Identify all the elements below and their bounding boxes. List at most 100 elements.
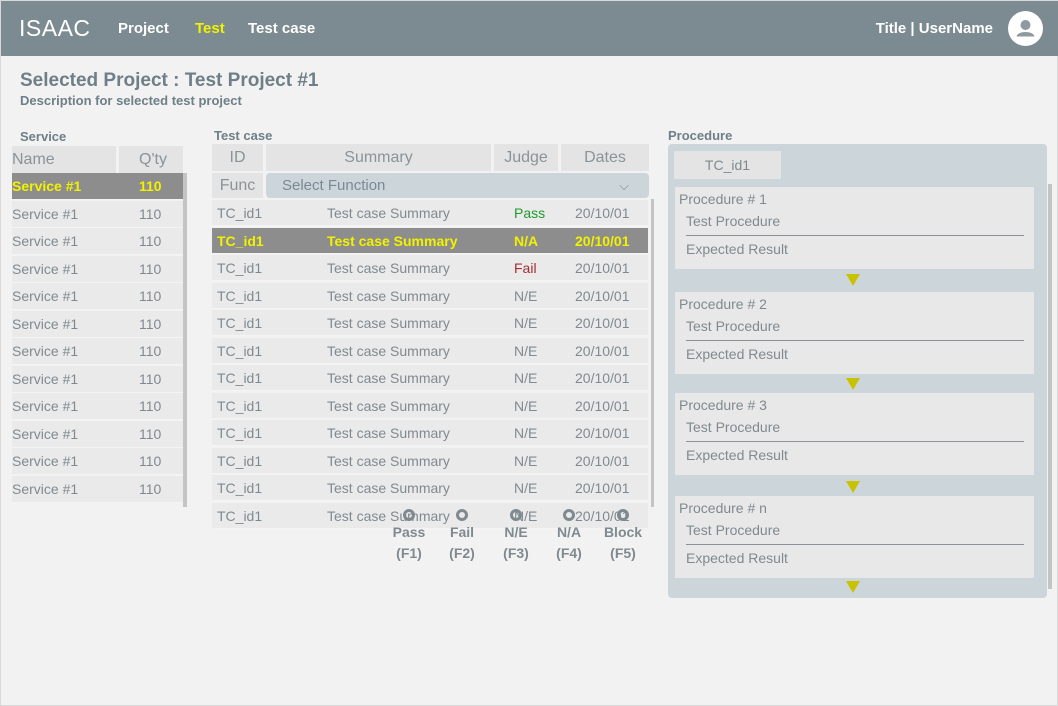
service-row[interactable]: Service #1 110 <box>12 310 183 338</box>
service-row[interactable]: Service #1 110 <box>12 255 183 283</box>
judge-option-label: Fail <box>449 524 475 540</box>
testcase-row[interactable]: TC_id1 Test case Summary Pass 20/10/01 <box>212 200 648 226</box>
service-row[interactable]: Service #1 110 <box>12 338 183 365</box>
service-row[interactable]: Service #1 110 <box>12 475 183 503</box>
judge-option-na[interactable]: N/A (F4) <box>547 507 591 561</box>
testcase-row[interactable]: TC_id1 Test case Summary N/E 20/10/01 <box>212 420 648 446</box>
service-row[interactable]: Service #1 110 <box>12 283 183 310</box>
service-row[interactable]: Service #1 110 <box>12 393 183 420</box>
radio-circle-icon[interactable] <box>456 509 468 521</box>
radio-circle-icon[interactable] <box>510 509 522 521</box>
expected-result-field[interactable]: Expected Result <box>686 346 788 362</box>
project-title: Selected Project : Test Project #1 <box>20 70 319 91</box>
service-name: Service #1 <box>12 425 79 442</box>
testcase-row[interactable]: TC_id1 Test case Summary N/E 20/10/01 <box>212 310 648 336</box>
title-username[interactable]: Title | UserName <box>876 20 993 37</box>
testcase-date: 20/10/01 <box>575 232 630 249</box>
nav-test-case[interactable]: Test case <box>248 20 315 37</box>
service-qty: 110 <box>139 398 162 414</box>
testcase-date: 20/10/01 <box>575 480 630 496</box>
down-arrow-icon <box>846 274 860 286</box>
procedure-tab[interactable]: TC_id1 <box>674 151 781 179</box>
service-scrollbar[interactable] <box>183 173 187 507</box>
project-description: Description for selected test project <box>20 93 242 108</box>
testcase-row[interactable]: TC_id1 Test case Summary N/E 20/10/01 <box>212 392 648 419</box>
test-procedure-field[interactable]: Test Procedure <box>686 522 780 538</box>
testcase-date: 20/10/01 <box>575 205 630 221</box>
service-row[interactable]: Service #1 110 <box>12 173 183 200</box>
nav-test[interactable]: Test <box>195 20 225 37</box>
radio-circle-icon[interactable] <box>617 509 629 521</box>
testcase-row[interactable]: TC_id1 Test case Summary Fail 20/10/01 <box>212 255 648 281</box>
testcase-summary: Test case Summary <box>327 452 450 469</box>
testcase-summary: Test case Summary <box>327 425 450 441</box>
testcase-id: TC_id1 <box>217 205 263 221</box>
down-arrow-icon <box>846 581 860 593</box>
expected-result-field[interactable]: Expected Result <box>686 241 788 257</box>
service-col-qty: Q'ty <box>119 146 183 173</box>
testcase-col-dates: Dates <box>561 144 649 171</box>
field-divider <box>686 441 1024 442</box>
nav-project[interactable]: Project <box>118 20 169 37</box>
testcase-date: 20/10/01 <box>575 287 630 304</box>
testcase-id: TC_id1 <box>217 425 263 441</box>
service-row[interactable]: Service #1 110 <box>12 448 183 475</box>
test-procedure-field[interactable]: Test Procedure <box>686 213 780 229</box>
test-procedure-field[interactable]: Test Procedure <box>686 318 780 334</box>
service-name: Service #1 <box>12 205 79 222</box>
testcase-judge: N/E <box>514 397 538 414</box>
field-divider <box>686 544 1024 545</box>
testcase-summary: Test case Summary <box>327 260 450 276</box>
testcase-row[interactable]: TC_id1 Test case Summary N/E 20/10/01 <box>212 447 648 474</box>
judge-option-block[interactable]: Block (F5) <box>601 507 645 561</box>
procedure-section-label: Procedure <box>668 128 733 143</box>
user-icon[interactable] <box>1008 11 1043 46</box>
service-row[interactable]: Service #1 110 <box>12 228 183 255</box>
testcase-row[interactable]: TC_id1 Test case Summary N/E 20/10/01 <box>212 282 648 309</box>
testcase-row[interactable]: TC_id1 Test case Summary N/A 20/10/01 <box>212 227 648 254</box>
testcase-judge: Pass <box>514 205 546 221</box>
testcase-summary: Test case Summary <box>327 205 450 221</box>
service-name: Service #1 <box>12 315 79 332</box>
select-function-dropdown[interactable]: Select Function ⌵ <box>266 173 649 198</box>
service-row[interactable]: Service #1 110 <box>12 420 183 448</box>
expected-result-field[interactable]: Expected Result <box>686 550 788 566</box>
service-name: Service #1 <box>12 453 79 469</box>
testcase-scrollbar[interactable] <box>651 199 654 507</box>
field-divider <box>686 340 1024 341</box>
testcase-row[interactable]: TC_id1 Test case Summary N/E 20/10/01 <box>212 337 648 364</box>
testcase-summary: Test case Summary <box>327 232 458 249</box>
judge-option-label: Pass <box>392 524 426 540</box>
test-procedure-field[interactable]: Test Procedure <box>686 419 780 435</box>
app-logo[interactable]: ISAAC <box>19 15 91 42</box>
service-row[interactable]: Service #1 110 <box>12 365 183 393</box>
procedure-scrollbar[interactable] <box>1048 184 1052 589</box>
judge-option-ne[interactable]: N/E (F3) <box>494 507 538 561</box>
top-navigation-bar: ISAAC Project Test Test case Title | Use… <box>1 1 1058 56</box>
procedure-title: Procedure # n <box>679 500 767 516</box>
app-window: ISAAC Project Test Test case Title | Use… <box>0 0 1058 706</box>
testcase-judge: Fail <box>514 260 537 276</box>
testcase-col-summary: Summary <box>266 144 491 171</box>
service-row[interactable]: Service #1 110 <box>12 200 183 228</box>
testcase-date: 20/10/01 <box>575 452 630 469</box>
procedure-card[interactable]: Procedure # 2 Test Procedure Expected Resu… <box>675 292 1034 374</box>
testcase-row[interactable]: TC_id1 Test case Summary N/E 20/10/01 <box>212 365 648 391</box>
service-qty: 110 <box>139 453 162 469</box>
service-qty: 110 <box>139 260 162 277</box>
radio-circle-icon[interactable] <box>403 509 415 521</box>
service-name: Service #1 <box>12 233 79 249</box>
testcase-row[interactable]: TC_id1 Test case Summary N/E 20/10/01 <box>212 475 648 501</box>
procedure-card[interactable]: Procedure # 1 Test Procedure Expected Resu… <box>675 187 1034 269</box>
testcase-judge: N/E <box>514 370 538 386</box>
testcase-summary: Test case Summary <box>327 315 450 331</box>
judge-option-pass[interactable]: Pass (F1) <box>387 507 431 561</box>
judge-option-shortcut: (F2) <box>449 545 475 561</box>
testcase-date: 20/10/01 <box>575 260 630 276</box>
procedure-card[interactable]: Procedure # 3 Test Procedure Expected Resu… <box>675 393 1034 475</box>
judge-option-shortcut: (F4) <box>556 545 582 561</box>
judge-option-fail[interactable]: Fail (F2) <box>440 507 484 561</box>
procedure-card[interactable]: Procedure # n Test Procedure Expected Resu… <box>675 496 1034 578</box>
radio-circle-icon[interactable] <box>563 509 575 521</box>
expected-result-field[interactable]: Expected Result <box>686 447 788 463</box>
